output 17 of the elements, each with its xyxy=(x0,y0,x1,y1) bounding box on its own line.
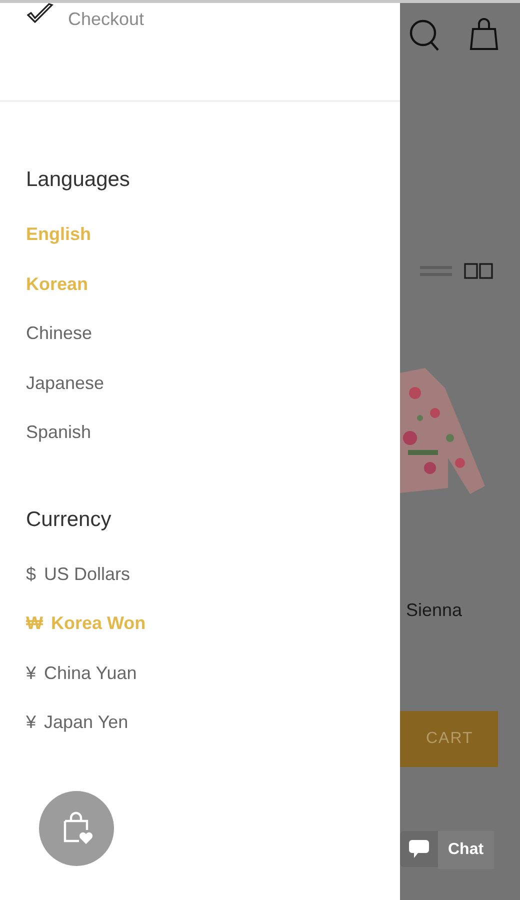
currency-option[interactable]: $ US Dollars xyxy=(26,562,374,611)
checkout-link[interactable]: Checkout xyxy=(68,9,144,30)
shopping-bag-icon[interactable] xyxy=(468,17,500,53)
chat-icon-button[interactable] xyxy=(400,831,438,867)
language-option[interactable]: Spanish xyxy=(26,420,374,470)
language-option[interactable]: Japanese xyxy=(26,370,374,420)
languages-heading: Languages xyxy=(26,167,131,193)
chat-button[interactable]: Chat xyxy=(438,831,494,869)
currency-heading: Currency xyxy=(26,506,112,532)
currency-option[interactable]: ¥ China Yuan xyxy=(26,660,374,710)
product-name: Sienna xyxy=(406,600,464,621)
search-icon[interactable] xyxy=(408,17,442,53)
checkmark-icon xyxy=(26,3,54,25)
grid-view-icon[interactable] xyxy=(464,263,494,279)
speech-bubble-icon xyxy=(408,838,430,860)
currency-option[interactable]: ¥ Japan Yen xyxy=(26,710,374,760)
language-option[interactable]: Chinese xyxy=(26,321,374,370)
